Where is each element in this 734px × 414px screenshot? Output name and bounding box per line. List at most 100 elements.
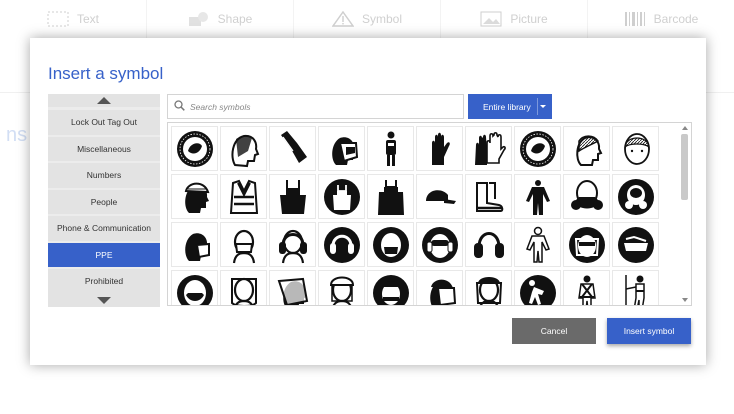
symbol-tile[interactable] [171, 270, 218, 305]
symbol-tile[interactable] [367, 270, 414, 305]
scrollbar-thumb[interactable] [681, 134, 688, 200]
symbol-tile[interactable] [612, 222, 659, 267]
symbol-tile[interactable] [612, 174, 659, 219]
symbol-tile[interactable] [318, 126, 365, 171]
symbol-tile[interactable] [465, 222, 512, 267]
chevron-up-icon [97, 97, 111, 104]
symbol-grid [171, 126, 659, 305]
shape-icon [188, 11, 210, 27]
category-miscellaneous[interactable]: Miscellaneous [48, 136, 160, 161]
head-hairnet-icon [567, 129, 607, 169]
full-face-respirator-icon [616, 177, 656, 217]
symbol-tile[interactable] [563, 222, 610, 267]
symbol-tile[interactable] [220, 174, 267, 219]
symbol-tile[interactable] [367, 174, 414, 219]
helmet-shield-icon [322, 273, 362, 305]
dialog-title: Insert a symbol [48, 64, 164, 83]
symbol-tile[interactable] [269, 126, 316, 171]
symbol-tile[interactable] [563, 270, 610, 305]
head-helmet-profile-icon [175, 177, 215, 217]
category-scroll-up[interactable] [48, 94, 160, 107]
symbol-tile[interactable] [269, 270, 316, 305]
apron-long-icon [371, 177, 411, 217]
cancel-button[interactable]: Cancel [512, 318, 596, 344]
symbol-tile[interactable] [171, 174, 218, 219]
symbol-tile[interactable] [416, 126, 463, 171]
bg-divider [0, 92, 30, 93]
ear-muffs-plain-icon [469, 225, 509, 265]
symbol-tile[interactable] [563, 126, 610, 171]
symbol-tile[interactable] [465, 270, 512, 305]
visor-helmet-icon [420, 273, 460, 305]
warning-triangle-icon [331, 10, 355, 27]
caret-down-icon [540, 105, 546, 108]
goggles-earmuffs-icon [420, 225, 460, 265]
round-seal-icon [175, 129, 215, 169]
symbol-tile[interactable] [416, 174, 463, 219]
insert-symbol-button[interactable]: Insert symbol [607, 318, 691, 344]
face-shield-visor-icon [273, 273, 313, 305]
library-dropdown-button[interactable]: Entire library [468, 94, 552, 119]
worker-figure-icon [371, 129, 411, 169]
category-list: Lock Out Tag Out Miscellaneous Numbers P… [48, 94, 160, 307]
symbol-tile[interactable] [465, 126, 512, 171]
harness-climbing-icon [616, 273, 656, 305]
symbol-tile[interactable] [514, 222, 561, 267]
category-numbers[interactable]: Numbers [48, 163, 160, 188]
symbol-tile[interactable] [612, 270, 659, 305]
head-circle-icon [371, 273, 411, 305]
symbol-tile[interactable] [563, 174, 610, 219]
search-input[interactable] [190, 101, 440, 112]
helmet-face-shield-icon [469, 273, 509, 305]
text-box-icon [47, 11, 69, 27]
sleeve-glove-icon [273, 129, 313, 169]
symbol-tile[interactable] [220, 222, 267, 267]
respirator-mask-icon [567, 177, 607, 217]
symbol-tile[interactable] [220, 270, 267, 305]
category-ppe[interactable]: PPE [48, 242, 160, 267]
category-prohibited[interactable]: Prohibited [48, 269, 160, 294]
symbol-tile[interactable] [220, 126, 267, 171]
ear-muffs-icon [273, 225, 313, 265]
grid-scrollbar[interactable] [680, 124, 690, 304]
head-mesh-hood-icon [224, 129, 264, 169]
library-dropdown-label: Entire library [483, 101, 531, 112]
apron-icon [273, 177, 313, 217]
bg-tool-text: Text [0, 0, 147, 38]
face-mask-profile-icon [175, 225, 215, 265]
symbol-tile[interactable] [318, 222, 365, 267]
symbol-tile[interactable] [318, 174, 365, 219]
symbol-tile[interactable] [416, 222, 463, 267]
symbol-tile[interactable] [514, 270, 561, 305]
symbol-tile[interactable] [416, 270, 463, 305]
welding-mask-icon [322, 129, 362, 169]
symbol-tile[interactable] [269, 174, 316, 219]
symbol-tile[interactable] [171, 222, 218, 267]
scroll-down-arrow-icon[interactable] [682, 298, 688, 302]
symbol-tile[interactable] [514, 174, 561, 219]
symbol-tile[interactable] [367, 126, 414, 171]
dropdown-separator [537, 98, 538, 115]
scroll-up-arrow-icon[interactable] [682, 126, 688, 130]
symbol-tile[interactable] [612, 126, 659, 171]
symbol-tile[interactable] [367, 222, 414, 267]
symbol-tile[interactable] [171, 126, 218, 171]
face-mask-front-icon [224, 225, 264, 265]
category-phone-communication[interactable]: Phone & Communication [48, 216, 160, 241]
category-people[interactable]: People [48, 189, 160, 214]
apron-circle-icon [322, 177, 362, 217]
hazmat-suit-icon [518, 225, 558, 265]
category-lock-out-tag-out[interactable]: Lock Out Tag Out [48, 110, 160, 135]
symbol-tile[interactable] [318, 270, 365, 305]
coverall-icon [518, 177, 558, 217]
bg-divider [706, 92, 734, 93]
symbol-tile[interactable] [269, 222, 316, 267]
symbol-tile[interactable] [514, 126, 561, 171]
symbol-tile[interactable] [465, 174, 512, 219]
ear-muffs-circle-icon [322, 225, 362, 265]
bg-tool-barcode-label: Barcode [653, 12, 699, 26]
background-toolbar: Text Shape Symbol Picture Barcode [0, 0, 734, 38]
category-scroll-down[interactable] [48, 294, 160, 307]
bg-tool-text-label: Text [76, 12, 99, 26]
background-side-text: ns [6, 124, 28, 146]
